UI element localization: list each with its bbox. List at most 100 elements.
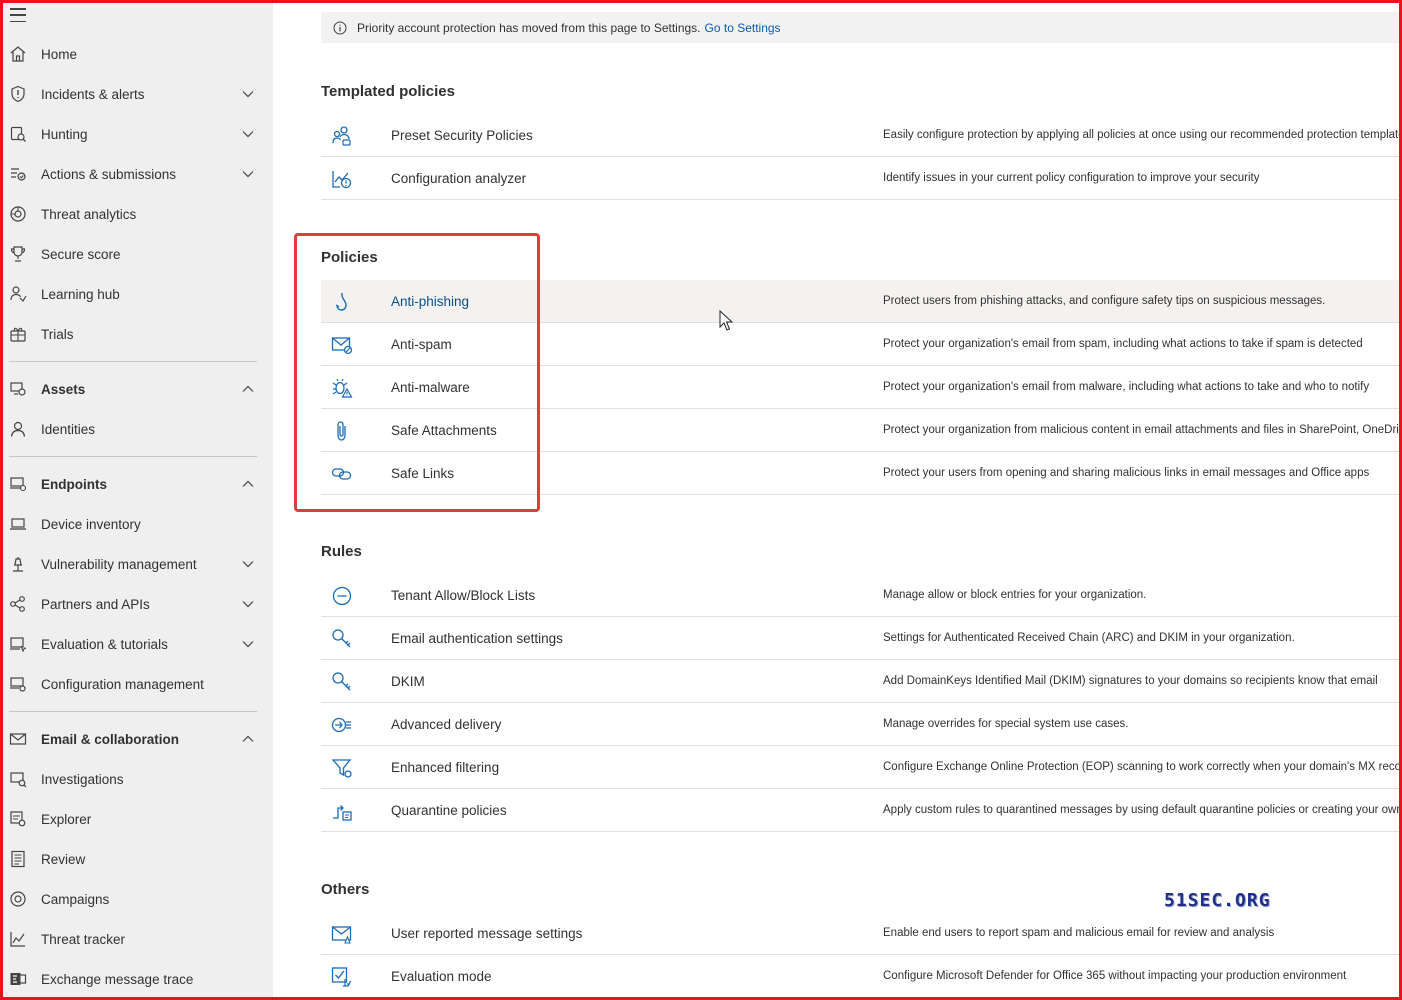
nav-label: Vulnerability management — [41, 556, 197, 572]
nav-section-assets[interactable]: Assets — [3, 369, 273, 409]
row-description: Protect your organization from malicious… — [883, 424, 1399, 436]
row-name: Anti-phishing — [391, 293, 470, 309]
nav-item-secure-score[interactable]: Secure score — [3, 234, 273, 274]
chevron-down-icon[interactable] — [241, 597, 255, 611]
chevron-down-icon[interactable] — [241, 127, 255, 141]
evaluation-mode-icon — [331, 967, 352, 987]
row-tenant-allow-block-lists[interactable]: Tenant Allow/Block Lists Manage allow or… — [321, 574, 1399, 617]
row-enhanced-filtering[interactable]: Enhanced filtering Configure Exchange On… — [321, 746, 1399, 789]
nav-item-identities[interactable]: Identities — [3, 409, 273, 449]
row-description: Identify issues in your current policy c… — [883, 172, 1260, 184]
nav-item-actions-submissions[interactable]: Actions & submissions — [3, 154, 273, 194]
nav-item-home[interactable]: Home — [3, 34, 273, 74]
nav-item-review[interactable]: Review — [3, 839, 273, 879]
go-to-settings-link[interactable]: Go to Settings — [705, 21, 781, 35]
nav-label: Review — [41, 851, 86, 867]
configuration-analyzer-icon — [332, 171, 352, 189]
chevron-down-icon[interactable] — [241, 557, 255, 571]
nav-list: Home Incidents & alerts Hunting Actions … — [3, 34, 273, 997]
row-description: Configure Exchange Online Protection (EO… — [883, 761, 1399, 773]
row-name: Enhanced filtering — [391, 759, 500, 775]
row-safe-attachments[interactable]: Safe Attachments Protect your organizati… — [321, 409, 1399, 452]
hamburger-menu-icon[interactable] — [10, 8, 26, 22]
nav-item-device-inventory[interactable]: Device inventory — [3, 504, 273, 544]
nav-item-threat-tracker[interactable]: Threat tracker — [3, 919, 273, 959]
preset-policies-icon — [332, 126, 351, 146]
row-preset-security-policies[interactable]: Preset Security Policies Easily configur… — [321, 114, 1399, 157]
nav-item-campaigns[interactable]: Campaigns — [3, 879, 273, 919]
section-title-others: Others — [321, 881, 370, 898]
nav-item-vulnerability-management[interactable]: Vulnerability management — [3, 544, 273, 584]
nav-item-exchange-message-trace[interactable]: Exchange message trace — [3, 959, 273, 997]
chevron-down-icon[interactable] — [241, 87, 255, 101]
nav-label: Home — [41, 46, 78, 62]
row-name: Safe Links — [391, 465, 455, 481]
trials-icon — [10, 327, 26, 342]
section-title-rules: Rules — [321, 543, 362, 560]
nav-label: Device inventory — [41, 516, 141, 532]
quarantine-icon — [333, 805, 352, 821]
policies-list: Anti-phishing Protect users from phishin… — [321, 280, 1399, 495]
nav-item-partners-apis[interactable]: Partners and APIs — [3, 584, 273, 624]
filter-icon — [331, 759, 352, 778]
row-email-authentication-settings[interactable]: Email authentication settings Settings f… — [321, 617, 1399, 660]
review-icon — [11, 850, 25, 868]
row-advanced-delivery[interactable]: Advanced delivery Manage overrides for s… — [321, 703, 1399, 746]
nav-section-endpoints[interactable]: Endpoints — [3, 464, 273, 504]
row-description: Manage overrides for special system use … — [883, 718, 1129, 730]
main-content: Priority account protection has moved fr… — [273, 3, 1399, 997]
row-anti-malware[interactable]: Anti-malware Protect your organization's… — [321, 366, 1399, 409]
nav-label: Incidents & alerts — [41, 86, 145, 102]
row-anti-spam[interactable]: Anti-spam Protect your organization's em… — [321, 323, 1399, 366]
row-user-reported-message-settings[interactable]: User reported message settings Enable en… — [321, 912, 1399, 955]
row-quarantine-policies[interactable]: Quarantine policies Apply custom rules t… — [321, 789, 1399, 832]
nav-label: Threat analytics — [41, 206, 137, 222]
nav-item-configuration-management[interactable]: Configuration management — [3, 664, 273, 704]
rules-list: Tenant Allow/Block Lists Manage allow or… — [321, 574, 1399, 832]
nav-item-trials[interactable]: Trials — [3, 314, 273, 354]
nav-label: Secure score — [41, 246, 121, 262]
nav-section-email-collaboration[interactable]: Email & collaboration — [3, 719, 273, 759]
row-safe-links[interactable]: Safe Links Protect your users from openi… — [321, 452, 1399, 495]
nav-item-threat-analytics[interactable]: Threat analytics — [3, 194, 273, 234]
row-configuration-analyzer[interactable]: Configuration analyzer Identify issues i… — [321, 157, 1399, 200]
mouse-cursor-icon — [719, 310, 733, 331]
nav-label: Hunting — [41, 126, 88, 142]
nav-item-hunting[interactable]: Hunting — [3, 114, 273, 154]
paperclip-icon — [337, 421, 346, 441]
nav-label: Learning hub — [41, 286, 120, 302]
chevron-down-icon[interactable] — [241, 637, 255, 651]
row-name: Evaluation mode — [391, 968, 492, 984]
nav-item-explorer[interactable]: Explorer — [3, 799, 273, 839]
row-evaluation-mode[interactable]: Evaluation mode Configure Microsoft Defe… — [321, 955, 1399, 997]
chevron-up-icon[interactable] — [241, 477, 255, 491]
row-description: Add DomainKeys Identified Mail (DKIM) si… — [883, 675, 1378, 687]
threat-analytics-icon — [10, 206, 26, 222]
row-name: Preset Security Policies — [391, 127, 533, 143]
nav-label: Trials — [41, 326, 74, 342]
nav-item-incidents-alerts[interactable]: Incidents & alerts — [3, 74, 273, 114]
explorer-icon — [10, 811, 26, 827]
nav-section-label: Assets — [41, 381, 86, 397]
link-icon — [331, 468, 352, 480]
chevron-up-icon[interactable] — [241, 382, 255, 396]
chevron-up-icon[interactable] — [241, 732, 255, 746]
block-circle-icon — [332, 586, 352, 606]
section-title-templated: Templated policies — [321, 83, 455, 100]
templated-policies-list: Preset Security Policies Easily configur… — [321, 114, 1399, 200]
nav-item-learning-hub[interactable]: Learning hub — [3, 274, 273, 314]
row-description: Settings for Authenticated Received Chai… — [883, 632, 1295, 644]
row-description: Easily configure protection by applying … — [883, 129, 1399, 141]
chevron-down-icon[interactable] — [241, 167, 255, 181]
row-name: Anti-spam — [391, 336, 452, 352]
nav-item-evaluation-tutorials[interactable]: Evaluation & tutorials — [3, 624, 273, 664]
row-anti-phishing[interactable]: Anti-phishing Protect users from phishin… — [321, 280, 1399, 323]
row-name: Email authentication settings — [391, 630, 563, 646]
nav-item-investigations[interactable]: Investigations — [3, 759, 273, 799]
row-dkim[interactable]: DKIM Add DomainKeys Identified Mail (DKI… — [321, 660, 1399, 703]
target-icon — [10, 891, 26, 907]
bug-icon — [332, 378, 353, 398]
nav-label: Exchange message trace — [41, 971, 194, 987]
row-name: Quarantine policies — [391, 802, 507, 818]
nav-label: Threat tracker — [41, 931, 126, 947]
